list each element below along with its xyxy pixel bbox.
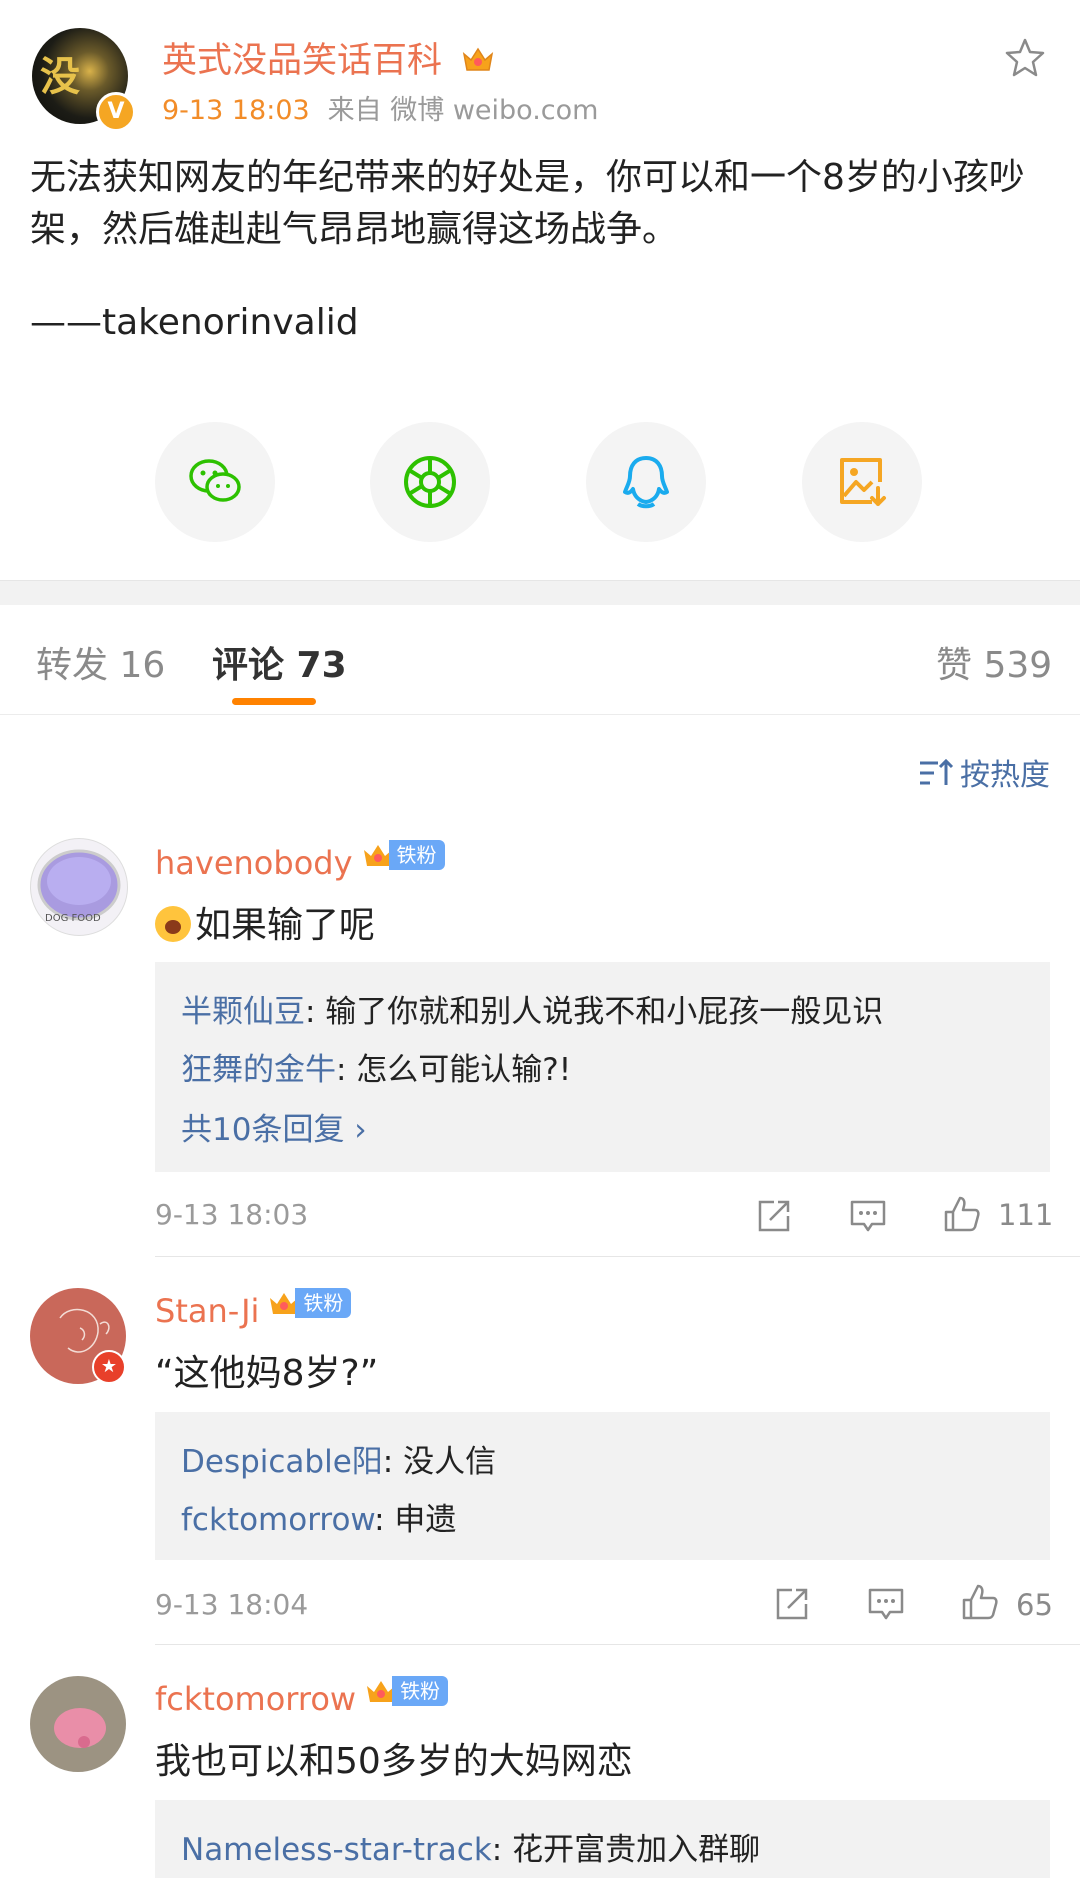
section-separator	[0, 580, 1080, 605]
reply-text: : 申遗	[374, 1502, 457, 1538]
comment-author-name[interactable]: havenobody	[155, 844, 353, 882]
reply-item[interactable]: Despicable阳: 没人信	[181, 1436, 496, 1481]
comment-icon[interactable]	[848, 1196, 888, 1236]
reply-item[interactable]: Nameless-star-track: 花开富贵加入群聊	[181, 1824, 760, 1869]
reply-author[interactable]: 狂舞的金牛	[181, 1052, 336, 1088]
like-icon[interactable]	[942, 1194, 982, 1234]
reply-author[interactable]: Despicable阳	[181, 1444, 383, 1480]
reply-author[interactable]: fcktomorrow	[181, 1502, 374, 1538]
fan-badge-label: 铁粉	[295, 1288, 352, 1318]
post-text: 无法获知网友的年纪带来的好处是，你可以和一个8岁的小孩吵架，然后雄赳赳气昂昂地赢…	[30, 157, 1025, 250]
svg-text:DOG FOOD: DOG FOOD	[45, 913, 101, 924]
comment-avatar[interactable]: DOG FOOD	[30, 838, 128, 936]
reply-author[interactable]: Nameless-star-track	[181, 1832, 492, 1868]
favorite-star-icon[interactable]	[1003, 36, 1047, 80]
like-count: 65	[1016, 1588, 1053, 1622]
pink-balloon-icon	[54, 1708, 106, 1748]
qq-icon	[623, 456, 669, 509]
comment-text: 如果输了呢	[155, 896, 375, 948]
repost-icon[interactable]	[754, 1196, 794, 1236]
fan-badge: 铁粉	[364, 1676, 449, 1706]
repost-icon[interactable]	[772, 1584, 812, 1624]
like-count: 111	[998, 1198, 1054, 1232]
dog-food-bowl-icon: DOG FOOD	[37, 849, 121, 924]
reply-text: : 怎么可能认输?!	[336, 1052, 572, 1088]
comment-author[interactable]: fcktomorrow 铁粉	[155, 1676, 449, 1718]
reply-text: : 花开富贵加入群聊	[491, 1832, 761, 1868]
member-star-badge-icon: ★	[92, 1350, 126, 1384]
save-image-button[interactable]	[802, 422, 922, 542]
author-name[interactable]: 英式没品笑话百科	[162, 32, 495, 83]
post-source: 来自 微博 weibo.com	[327, 95, 599, 126]
fan-badge-label: 铁粉	[392, 1676, 449, 1706]
comment-author[interactable]: Stan-Ji 铁粉	[155, 1288, 352, 1330]
more-replies-link[interactable]: 共10条回复 ›	[181, 1104, 367, 1149]
comment-avatar[interactable]	[30, 1676, 126, 1772]
comment-divider	[155, 1256, 1080, 1257]
tab-likes[interactable]: 赞 539	[936, 636, 1052, 688]
tab-divider	[0, 714, 1080, 715]
comment-divider	[155, 1644, 1080, 1645]
comment-text: “这他妈8岁?”	[155, 1353, 379, 1394]
tab-active-indicator	[232, 698, 316, 705]
sort-label[interactable]: 按热度	[960, 758, 1050, 793]
comment-time: 9-13 18:04	[155, 1588, 309, 1621]
verified-badge-icon: V	[96, 92, 136, 132]
fan-badge: 铁粉	[267, 1288, 352, 1318]
wechat-icon	[189, 459, 241, 502]
reply-item[interactable]: fcktomorrow: 申遗	[181, 1494, 456, 1539]
comment-time: 9-13 18:03	[155, 1198, 309, 1231]
post-meta: 9-13 18:03 来自 微博 weibo.com	[162, 88, 598, 127]
reply-text: : 输了你就和别人说我不和小屁孩一般见识	[305, 994, 884, 1030]
reply-text: : 没人信	[382, 1444, 497, 1480]
sort-icon	[920, 758, 954, 785]
reply-box[interactable]: Nameless-star-track: 花开富贵加入群聊	[155, 1800, 1050, 1878]
sort-by-hot-button[interactable]: 按热度	[918, 750, 1050, 794]
tab-comments[interactable]: 评论 73	[212, 636, 347, 688]
post-time: 9-13 18:03	[162, 95, 310, 126]
tab-repost[interactable]: 转发 16	[36, 636, 165, 688]
fan-badge: 铁粉	[361, 840, 445, 870]
crying-emoji-icon	[155, 906, 191, 942]
comment-icon[interactable]	[866, 1584, 906, 1624]
reply-author[interactable]: 半颗仙豆	[181, 994, 305, 1030]
like-icon[interactable]	[960, 1582, 1000, 1622]
comment-text: 我也可以和50多岁的大妈网恋	[155, 1741, 633, 1782]
reply-box[interactable]: Despicable阳: 没人信 fcktomorrow: 申遗	[155, 1412, 1050, 1560]
moments-icon	[404, 456, 456, 508]
crown-icon	[463, 47, 494, 71]
save-image-icon	[840, 458, 886, 506]
comment-author-name[interactable]: Stan-Ji	[155, 1292, 259, 1330]
fan-badge-label: 铁粉	[388, 840, 445, 870]
author-name-text[interactable]: 英式没品笑话百科	[162, 41, 442, 81]
comment-author[interactable]: havenobody 铁粉	[155, 840, 445, 882]
share-moments-button[interactable]	[370, 422, 490, 542]
reply-box[interactable]: 半颗仙豆: 输了你就和别人说我不和小屁孩一般见识 狂舞的金牛: 怎么可能认输?!…	[155, 962, 1050, 1172]
comment-text-content: 如果输了呢	[195, 905, 376, 946]
reply-item[interactable]: 狂舞的金牛: 怎么可能认输?!	[181, 1044, 571, 1089]
comment-author-name[interactable]: fcktomorrow	[155, 1680, 356, 1718]
post-attribution: ——takenorinvalid	[30, 302, 359, 343]
reply-item[interactable]: 半颗仙豆: 输了你就和别人说我不和小屁孩一般见识	[181, 986, 883, 1031]
share-wechat-button[interactable]	[155, 422, 275, 542]
share-qq-button[interactable]	[586, 422, 706, 542]
